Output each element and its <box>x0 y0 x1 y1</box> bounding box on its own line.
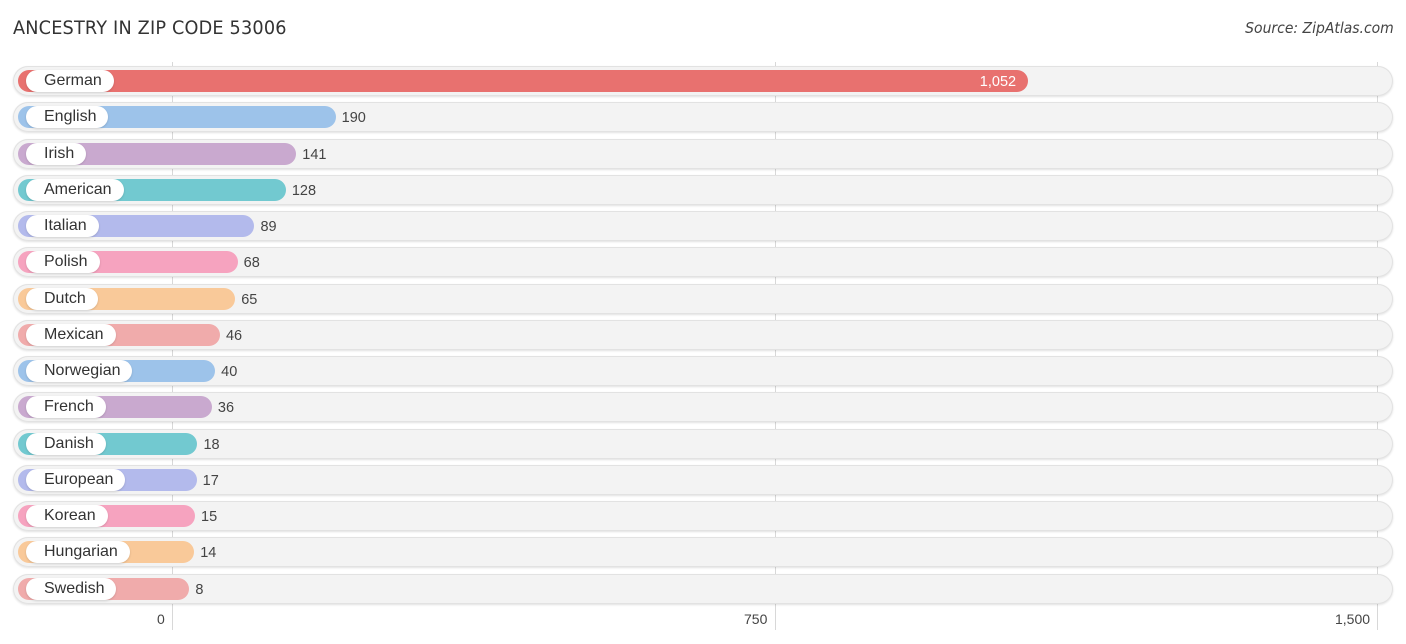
category-label: European <box>26 468 126 491</box>
category-label: Irish <box>26 142 87 165</box>
category-label: American <box>26 178 124 201</box>
category-label: Mexican <box>26 323 116 346</box>
bar-row <box>13 428 1393 459</box>
value-label: 128 <box>291 182 317 199</box>
value-label: 8 <box>195 581 204 598</box>
bar-row <box>13 537 1393 568</box>
category-label: Danish <box>26 432 106 455</box>
category-label: German <box>26 70 114 92</box>
x-tick-label: 0 <box>157 611 165 627</box>
source-label: Source: ZipAtlas.com <box>1245 19 1394 37</box>
category-label: Hungarian <box>26 541 130 564</box>
category-label: Dutch <box>26 287 98 310</box>
x-tick-label: 1,500 <box>1335 611 1371 627</box>
value-label: 40 <box>221 364 238 380</box>
bar-row <box>13 356 1393 386</box>
bar <box>18 70 1029 92</box>
bar-row <box>13 319 1393 350</box>
chart-title: ANCESTRY IN ZIP CODE 53006 <box>13 17 287 39</box>
category-label: Swedish <box>26 577 117 600</box>
value-label: 68 <box>243 255 260 272</box>
value-label: 190 <box>341 110 366 127</box>
x-tick-label: 750 <box>744 611 768 627</box>
value-label: 14 <box>200 545 217 562</box>
category-label: Norwegian <box>26 360 133 382</box>
bar-row <box>13 501 1393 531</box>
value-label: 18 <box>203 436 220 453</box>
value-label: 89 <box>260 219 277 235</box>
value-label: 1,052 <box>979 74 1017 90</box>
value-label: 36 <box>217 400 235 417</box>
value-label: 46 <box>225 327 243 344</box>
category-label: Korean <box>26 505 108 527</box>
bar-row <box>13 464 1393 495</box>
category-label: Italian <box>26 215 99 237</box>
bar-row <box>13 573 1393 604</box>
value-label: 65 <box>241 291 258 308</box>
value-label: 17 <box>202 472 219 489</box>
category-label: Polish <box>26 251 100 274</box>
category-label: English <box>26 106 109 129</box>
value-label: 141 <box>302 146 327 163</box>
category-label: French <box>26 396 106 419</box>
value-label: 15 <box>201 509 218 525</box>
